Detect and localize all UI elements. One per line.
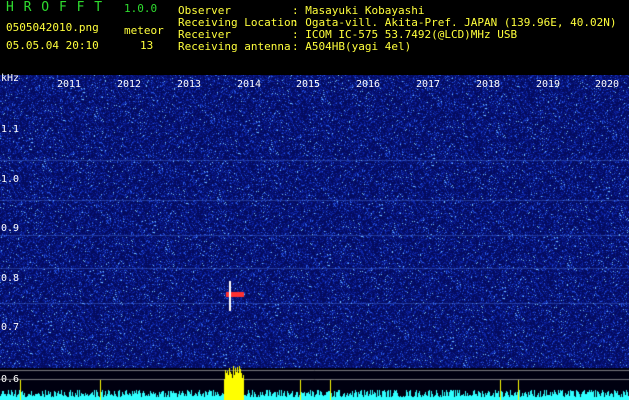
y-tick-label: 1.1 xyxy=(1,124,20,135)
y-tick-label: 0.6 xyxy=(1,374,20,385)
y-tick-label: 0.9 xyxy=(1,223,20,234)
year-label: 2013 xyxy=(177,79,202,90)
file-name: 0505042010.png xyxy=(6,21,99,34)
year-label: 2018 xyxy=(476,79,501,90)
app-version: 1.0.0 xyxy=(124,2,158,15)
spectrogram-canvas xyxy=(0,75,629,400)
date-time: 05.05.04 20:10 xyxy=(6,39,99,52)
y-tick-label: 0.8 xyxy=(1,273,20,284)
year-label: 2017 xyxy=(416,79,441,90)
year-label: 2020 xyxy=(595,79,620,90)
year-label: 2011 xyxy=(57,79,82,90)
y-tick-label: 0.7 xyxy=(1,322,20,333)
year-label: 2016 xyxy=(356,79,381,90)
year-label: 2012 xyxy=(117,79,142,90)
axis-unit-label: kHz xyxy=(1,73,20,84)
meteor-label: meteor xyxy=(124,24,164,37)
year-label: 2015 xyxy=(296,79,321,90)
year-label: 2014 xyxy=(237,79,262,90)
meteor-count: 13 xyxy=(140,39,154,52)
info-value-antenna: : A504HB(yagi 4el) xyxy=(292,40,412,53)
app-title: H R O F F T xyxy=(6,0,104,15)
y-tick-label: 1.0 xyxy=(1,174,20,185)
header-panel: H R O F F T 1.0.0 0505042010.png meteor … xyxy=(0,0,629,75)
year-label: 2019 xyxy=(536,79,561,90)
info-label-antenna: Receiving antenna xyxy=(178,40,291,53)
